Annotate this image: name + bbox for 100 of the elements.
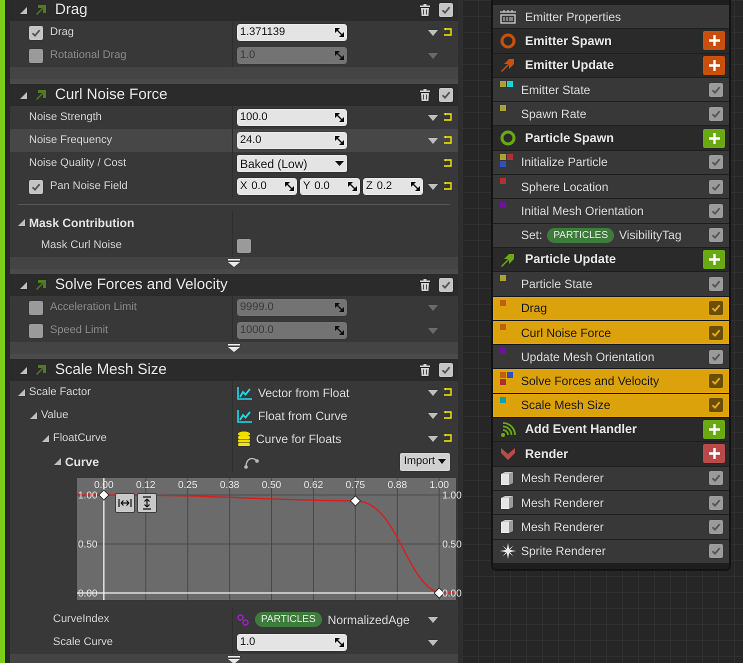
dropdown-arrow-icon[interactable] bbox=[428, 184, 438, 190]
add-button[interactable] bbox=[703, 444, 725, 464]
stack-item[interactable]: Sphere Location bbox=[493, 175, 729, 198]
checkbox[interactable] bbox=[709, 374, 723, 388]
number-field[interactable]: 1.0 bbox=[237, 634, 347, 651]
expander-icon[interactable] bbox=[18, 389, 25, 396]
module-header[interactable]: Curl Noise Force bbox=[10, 84, 458, 106]
trash-icon[interactable] bbox=[420, 279, 430, 291]
stack-item[interactable]: Initial Mesh Orientation bbox=[493, 199, 729, 223]
dropdown-arrow-icon[interactable] bbox=[428, 412, 438, 418]
import-button[interactable]: Import bbox=[400, 452, 450, 470]
dropdown-arrow-icon[interactable] bbox=[428, 390, 438, 396]
reset-icon[interactable] bbox=[443, 28, 452, 37]
stack-item[interactable]: Mesh Renderer bbox=[493, 515, 729, 539]
reset-icon[interactable] bbox=[443, 434, 452, 443]
number-field[interactable]: Y 0.0 bbox=[300, 178, 360, 195]
checkbox[interactable] bbox=[439, 363, 453, 377]
checkbox[interactable] bbox=[709, 496, 723, 510]
stage-header[interactable]: Emitter Update bbox=[493, 54, 729, 77]
expander-icon[interactable] bbox=[30, 412, 37, 419]
dropdown-arrow-icon[interactable] bbox=[428, 436, 438, 442]
add-button[interactable] bbox=[703, 128, 725, 148]
add-button[interactable] bbox=[703, 56, 725, 75]
module-header[interactable]: Scale Mesh Size bbox=[10, 359, 458, 381]
curve-key[interactable] bbox=[350, 495, 361, 506]
expand-arrow-icon[interactable] bbox=[228, 656, 240, 663]
number-field[interactable]: Z 0.2 bbox=[363, 178, 423, 195]
reset-icon[interactable] bbox=[443, 411, 452, 420]
checkbox[interactable] bbox=[29, 26, 43, 40]
checkbox[interactable] bbox=[439, 278, 453, 292]
stack-item[interactable]: Set: PARTICLES VisibilityTag bbox=[493, 224, 729, 247]
reset-icon[interactable] bbox=[443, 136, 452, 145]
stage-header[interactable]: Particle Update bbox=[493, 248, 729, 272]
stage-header[interactable]: Add Event Handler bbox=[493, 418, 729, 442]
dropdown-arrow-icon[interactable] bbox=[428, 114, 438, 120]
checkbox[interactable] bbox=[709, 106, 723, 121]
checkbox[interactable] bbox=[709, 544, 723, 558]
dropdown-arrow-icon[interactable] bbox=[428, 640, 438, 646]
trash-icon[interactable] bbox=[420, 4, 430, 16]
stack-item[interactable]: Particle State bbox=[493, 272, 729, 296]
expand-arrow-icon[interactable] bbox=[228, 259, 240, 267]
curve-key[interactable] bbox=[98, 489, 110, 501]
number-field[interactable]: X 0.0 bbox=[237, 178, 297, 195]
stack-item[interactable]: Mesh Renderer bbox=[493, 466, 729, 490]
expander-icon[interactable] bbox=[20, 282, 27, 288]
expander-icon[interactable] bbox=[54, 458, 61, 465]
add-button[interactable] bbox=[703, 31, 725, 50]
stack-item[interactable]: Curl Noise Force bbox=[493, 320, 729, 344]
number-field[interactable]: 1.371139 bbox=[237, 24, 347, 41]
checkbox[interactable] bbox=[709, 155, 723, 170]
stack-item[interactable]: Mesh Renderer bbox=[493, 490, 729, 514]
add-button[interactable] bbox=[703, 250, 725, 270]
stack-item[interactable]: Emitter State bbox=[493, 78, 729, 102]
stack-item[interactable]: Update Mesh Orientation bbox=[493, 345, 729, 368]
expander-icon[interactable] bbox=[20, 366, 27, 374]
checkbox[interactable] bbox=[709, 398, 723, 412]
checkbox[interactable] bbox=[709, 326, 723, 340]
stack-item[interactable]: Spawn Rate bbox=[493, 102, 729, 126]
reset-icon[interactable] bbox=[443, 159, 452, 168]
expander-icon[interactable] bbox=[42, 435, 49, 442]
stack-item[interactable]: Emitter Properties bbox=[493, 5, 729, 28]
trash-icon[interactable] bbox=[420, 89, 430, 101]
dropdown-field[interactable]: Baked (Low) bbox=[237, 155, 347, 172]
checkbox[interactable] bbox=[709, 228, 723, 242]
number-field[interactable]: 100.0 bbox=[237, 109, 347, 126]
checkbox[interactable] bbox=[439, 88, 453, 102]
checkbox[interactable] bbox=[709, 520, 723, 534]
checkbox[interactable] bbox=[709, 204, 723, 218]
stack-item[interactable]: Sprite Renderer bbox=[493, 540, 729, 563]
module-header[interactable]: Solve Forces and Velocity bbox=[10, 274, 458, 296]
stage-header[interactable]: Particle Spawn bbox=[493, 126, 729, 150]
dropdown-arrow-icon[interactable] bbox=[428, 616, 438, 622]
dropdown-arrow-icon[interactable] bbox=[428, 138, 438, 144]
stack-item[interactable]: Scale Mesh Size bbox=[493, 394, 729, 418]
graph-canvas[interactable] bbox=[462, 0, 743, 663]
reset-icon[interactable] bbox=[443, 182, 452, 191]
checkbox[interactable] bbox=[29, 180, 43, 194]
module-header[interactable]: Drag bbox=[10, 0, 458, 21]
fit-horizontal-button[interactable] bbox=[115, 493, 135, 513]
checkbox[interactable] bbox=[709, 180, 723, 194]
dropdown-arrow-icon[interactable] bbox=[428, 30, 438, 36]
checkbox[interactable] bbox=[709, 301, 723, 316]
trash-icon[interactable] bbox=[420, 364, 430, 376]
expander-icon[interactable] bbox=[18, 219, 25, 226]
stage-header[interactable]: Emitter Spawn bbox=[493, 29, 729, 53]
checkbox[interactable] bbox=[439, 3, 453, 17]
number-field[interactable]: 24.0 bbox=[237, 132, 347, 149]
reset-icon[interactable] bbox=[443, 388, 452, 397]
checkbox[interactable] bbox=[709, 276, 723, 291]
reset-icon[interactable] bbox=[443, 113, 452, 122]
checkbox[interactable] bbox=[709, 471, 723, 486]
expand-arrow-icon[interactable] bbox=[228, 344, 240, 352]
checkbox[interactable] bbox=[709, 350, 723, 364]
fit-vertical-button[interactable] bbox=[137, 493, 157, 513]
stack-item[interactable]: Initialize Particle bbox=[493, 150, 729, 174]
stage-header[interactable]: Render bbox=[493, 442, 729, 466]
expander-icon[interactable] bbox=[20, 6, 27, 14]
checkbox[interactable] bbox=[237, 238, 251, 252]
checkbox[interactable] bbox=[709, 82, 723, 97]
add-button[interactable] bbox=[703, 420, 725, 440]
